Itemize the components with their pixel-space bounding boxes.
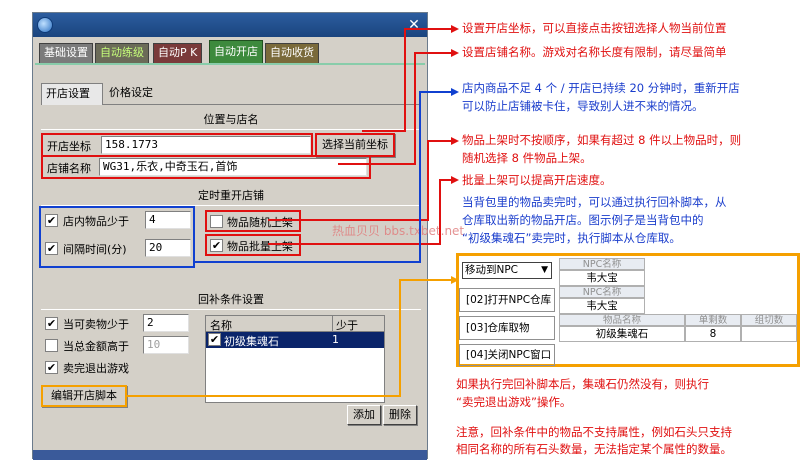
arrow-head (451, 137, 459, 145)
script-step: [02]打开NPC仓库 (459, 288, 555, 312)
arrow-line (362, 28, 453, 132)
orange-arrows (126, 279, 453, 397)
red-arrows (268, 28, 453, 245)
arrow-line (268, 179, 453, 245)
annotation-exit-line2: “卖完退出游戏”操作。 (456, 395, 572, 409)
annotation-restock-line1: 当背包里的物品卖完时，可以通过执行回补脚本，从 (462, 195, 727, 209)
annotation-random-line1: 物品上架时不按顺序，如果有超过 8 件以上物品时，则 (462, 133, 742, 147)
arrow-head (451, 88, 459, 96)
npc-header: NPC名称 (559, 258, 645, 270)
npc-header: NPC名称 (559, 286, 645, 298)
remain-header: 单剩数 (685, 314, 741, 326)
arrow-line (126, 279, 453, 397)
arrow-heads (451, 25, 459, 284)
annotation-shop-coord: 设置开店坐标，可以直接点击按钮选择人物当前位置 (462, 21, 727, 35)
annotation-shop-name: 设置店铺名称。游戏对名称长度有限制，请尽量简单 (462, 45, 727, 59)
annotation-reopen-line1: 店内商品不足 4 个 / 开店已持续 20 分钟时，重新开店 (462, 81, 740, 95)
annotation-note-line2: 相同名称的所有石头数量，无法指定某个属性的数量。 (456, 442, 732, 456)
arrow-head (451, 25, 459, 33)
action-dropdown[interactable]: 移动到NPC ▼ (462, 262, 552, 279)
item-header: 物品名称 (559, 314, 685, 326)
script-step: [04]关闭NPC窗口 (459, 344, 555, 366)
npc-name: 韦大宝 (559, 270, 645, 286)
npc-name: 韦大宝 (559, 298, 645, 314)
annotation-restock-line2: 仓库取出新的物品开店。图示例子是当背包中的 (462, 213, 704, 227)
arrow-line (268, 140, 453, 221)
arrow-head (451, 176, 459, 184)
arrow-line (338, 52, 453, 165)
annotation-restock-line3: “初级集魂石”卖完时，执行脚本从仓库取。 (462, 231, 681, 245)
script-step: [03]仓库取物 (459, 316, 555, 340)
annotation-batch: 批量上架可以提高开店速度。 (462, 173, 612, 187)
arrow-head (451, 49, 459, 57)
action-dropdown-value: 移动到NPC (465, 264, 519, 276)
item-name: 初级集魂石 (559, 326, 685, 342)
annotation-note-line1: 注意，回补条件中的物品不支持属性，例如石头只支持 (456, 425, 732, 439)
item-count: 8 (685, 326, 741, 342)
annotation-reopen-line2: 可以防止店铺被卡住，导致别人进不来的情况。 (462, 99, 704, 113)
empty-cell (741, 326, 797, 342)
annotation-exit-line1: 如果执行完回补脚本后，集魂石仍然没有，则执行 (456, 377, 709, 391)
annotation-random-line2: 随机选择 8 件物品上架。 (462, 151, 592, 165)
group-header: 组切数 (741, 314, 797, 326)
chevron-down-icon: ▼ (541, 265, 548, 275)
script-table: 移动到NPC ▼ NPC名称 韦大宝 [02]打开NPC仓库 NPC名称 韦大宝… (456, 253, 800, 367)
